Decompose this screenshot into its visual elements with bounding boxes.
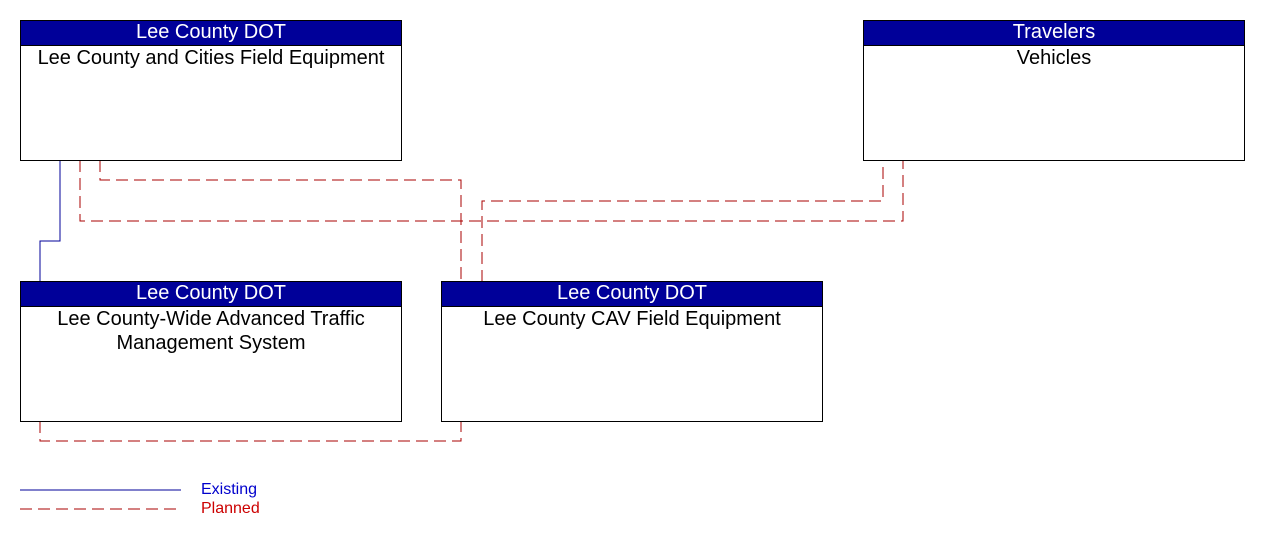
node-name: Vehicles [1016,47,1092,69]
legend-existing-label: Existing [201,481,258,498]
node-field-equipment[interactable]: Lee County DOT Lee County and Cities Fie… [20,20,402,161]
legend-planned-label: Planned [201,500,260,517]
node-owner: Lee County DOT [442,282,822,307]
node-name: Lee County and Cities Field Equipment [37,47,385,69]
link-field-vehicles-planned [79,160,904,222]
link-atms-cav-planned [39,421,462,442]
node-vehicles[interactable]: Travelers Vehicles [863,20,1245,161]
node-owner: Lee County DOT [21,282,401,307]
node-owner: Lee County DOT [21,21,401,46]
node-name: Lee County-Wide Advanced Traffic Managem… [57,308,365,354]
node-owner: Travelers [864,21,1244,46]
link-field-atms-existing [39,160,61,282]
node-name: Lee County CAV Field Equipment [483,308,781,330]
node-atms[interactable]: Lee County DOT Lee County-Wide Advanced … [20,281,402,422]
node-cav-field-equipment[interactable]: Lee County DOT Lee County CAV Field Equi… [441,281,823,422]
